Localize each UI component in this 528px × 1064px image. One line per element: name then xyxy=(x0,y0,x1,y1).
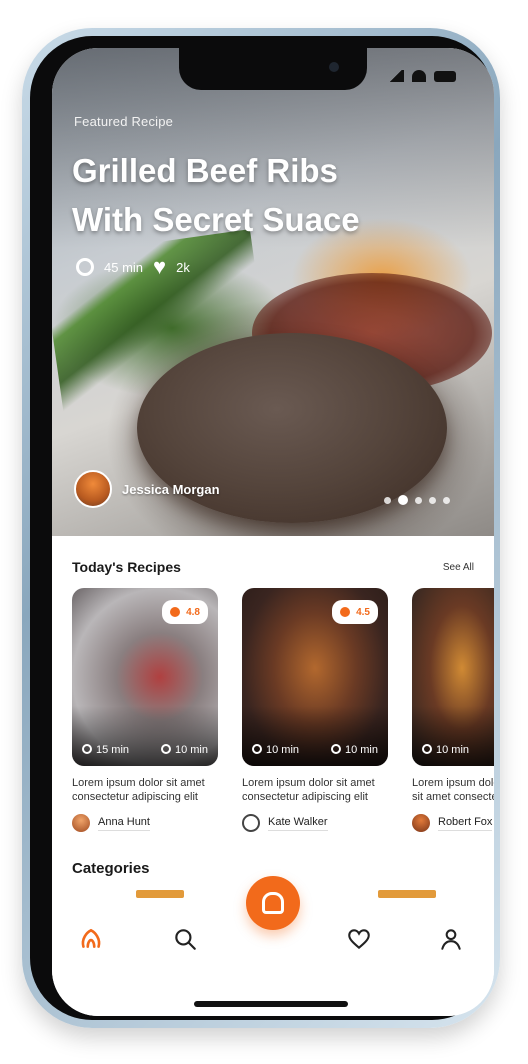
card-meta: 10 min xyxy=(422,744,494,756)
category-thumb[interactable] xyxy=(378,890,436,898)
category-thumb[interactable] xyxy=(136,890,184,898)
profile-icon xyxy=(441,929,461,950)
hero-stats: 45 min ♥ 2k xyxy=(76,256,190,278)
tab-favorites[interactable] xyxy=(344,924,374,954)
carousel-dot[interactable] xyxy=(384,496,391,504)
card-meta: 15 min 10 min xyxy=(82,744,208,756)
author-name: Robert Fox xyxy=(438,816,493,831)
star-icon xyxy=(340,607,351,617)
avatar xyxy=(412,814,430,832)
timer-icon xyxy=(330,744,341,754)
avatar xyxy=(74,470,112,508)
featured-recipe-hero[interactable]: Featured Recipe Grilled Beef Ribs With S… xyxy=(52,48,494,536)
carousel-dots[interactable] xyxy=(384,495,450,505)
recipe-card[interactable]: 10 min Lorem ipsum dolor sit amet consec… xyxy=(412,588,494,832)
todays-recipes-header: Today's Recipes See All xyxy=(72,559,474,575)
phone-notch xyxy=(179,48,367,90)
tab-search[interactable] xyxy=(170,924,200,954)
hero-likes: 2k xyxy=(176,259,190,275)
recipe-card[interactable]: 4.5 10 min 10 min Lorem ipsum dolor sit … xyxy=(242,588,388,832)
recipe-description: Lorem ipsum dolor sit amet consectetur xyxy=(412,777,494,803)
avatar xyxy=(72,814,90,832)
recipe-author[interactable]: Kate Walker xyxy=(242,814,388,832)
wifi-icon xyxy=(412,70,426,82)
recipe-card-image[interactable]: 4.5 10 min 10 min xyxy=(242,588,388,766)
image-overlay xyxy=(412,706,494,766)
clock-icon xyxy=(76,258,94,276)
clock-icon xyxy=(82,744,92,754)
categories-title: Categories xyxy=(72,860,150,877)
recipe-author[interactable]: Anna Hunt xyxy=(72,814,218,832)
battery-icon xyxy=(434,70,456,82)
clock-icon xyxy=(252,744,262,754)
tab-profile[interactable] xyxy=(436,924,466,954)
author-name: Kate Walker xyxy=(268,816,328,831)
recipe-card[interactable]: 4.8 15 min 10 min Lorem ipsum dolor sit … xyxy=(72,588,218,832)
carousel-dot-active[interactable] xyxy=(398,495,408,505)
camera-icon xyxy=(329,62,339,72)
hero-author[interactable]: Jessica Morgan xyxy=(74,470,220,508)
chef-hat-icon xyxy=(262,892,284,914)
star-icon xyxy=(170,607,181,617)
recipe-description: Lorem ipsum dolor sit amet consectetur a… xyxy=(242,777,375,803)
timer-icon xyxy=(160,744,171,754)
hero-title-line1: Grilled Beef Ribs xyxy=(72,152,338,189)
home-icon xyxy=(81,928,101,948)
avatar xyxy=(242,814,260,832)
card-meta: 10 min 10 min xyxy=(252,744,378,756)
bottom-tab-bar xyxy=(52,876,494,1016)
carousel-dot[interactable] xyxy=(415,496,422,504)
section-title: Today's Recipes xyxy=(72,559,181,575)
recipe-card-list[interactable]: 4.8 15 min 10 min Lorem ipsum dolor sit … xyxy=(72,588,494,832)
recipe-author[interactable]: Robert Fox xyxy=(412,814,494,832)
signal-icon xyxy=(388,70,404,82)
rating-badge: 4.8 xyxy=(162,600,208,624)
tab-home[interactable] xyxy=(76,924,106,954)
see-all-link[interactable]: See All xyxy=(443,562,474,573)
hero-title: Grilled Beef Ribs With Secret Suace xyxy=(72,146,432,244)
recipe-description: Lorem ipsum dolor sit amet consectetur a… xyxy=(72,777,205,803)
hero-title-line2: With Secret Suace xyxy=(72,201,360,238)
hero-author-name: Jessica Morgan xyxy=(122,481,220,497)
home-indicator[interactable] xyxy=(194,1001,348,1007)
carousel-dot[interactable] xyxy=(443,496,450,504)
image-overlay xyxy=(242,706,388,766)
rating-badge: 4.5 xyxy=(332,600,378,624)
image-overlay xyxy=(72,706,218,766)
cook-fab-button[interactable] xyxy=(246,876,300,930)
hero-kicker: Featured Recipe xyxy=(74,114,174,129)
recipe-card-image[interactable]: 4.8 15 min 10 min xyxy=(72,588,218,766)
recipe-card-image[interactable]: 10 min xyxy=(412,588,494,766)
heart-icon[interactable]: ♥ xyxy=(153,256,166,278)
clock-icon xyxy=(422,744,432,754)
carousel-dot[interactable] xyxy=(429,496,436,504)
author-name: Anna Hunt xyxy=(98,816,150,831)
app-screen: Featured Recipe Grilled Beef Ribs With S… xyxy=(52,48,494,1016)
heart-outline-icon xyxy=(348,929,370,950)
status-bar xyxy=(388,70,456,82)
search-icon xyxy=(175,929,196,950)
hero-time: 45 min xyxy=(104,259,144,275)
